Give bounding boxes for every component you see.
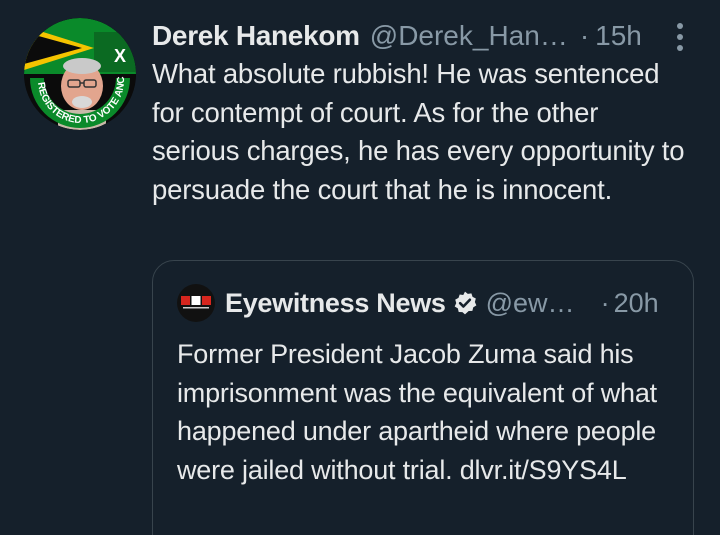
author-name[interactable]: Derek Hanekom — [152, 20, 360, 52]
quoted-tweet-card[interactable]: Eyewitness News @ew… · 20h Former Presid… — [152, 260, 694, 535]
separator-dot: · — [600, 287, 610, 318]
svg-text:X: X — [114, 46, 126, 66]
author-avatar[interactable]: REGISTERED TO VOTE ANC X — [24, 18, 136, 130]
quoted-tweet-text: Former President Jacob Zuma said his imp… — [177, 339, 657, 485]
quoted-author-name[interactable]: Eyewitness News — [225, 288, 446, 319]
separator-dot: · — [579, 20, 590, 51]
verified-badge-icon — [454, 291, 476, 315]
tweet-header: Derek Hanekom @Derek_Han… · 15h — [152, 16, 692, 56]
author-handle[interactable]: @Derek_Han… — [370, 20, 568, 52]
avatar-photo-icon: REGISTERED TO VOTE ANC X — [24, 18, 136, 130]
ewn-logo-icon — [181, 296, 211, 309]
ewn-logo[interactable] — [177, 284, 215, 322]
quoted-tweet-header: Eyewitness News @ew… · 20h — [177, 283, 677, 323]
more-vertical-icon[interactable] — [676, 22, 684, 52]
tweet-text: What absolute rubbish! He was sentenced … — [152, 58, 685, 205]
tweet-timestamp[interactable]: 15h — [595, 20, 642, 52]
tweet[interactable]: REGISTERED TO VOTE ANC X Derek Hanekom @… — [0, 0, 720, 535]
quoted-tweet-timestamp[interactable]: 20h — [614, 288, 659, 319]
quoted-author-handle[interactable]: @ew… — [486, 288, 575, 319]
